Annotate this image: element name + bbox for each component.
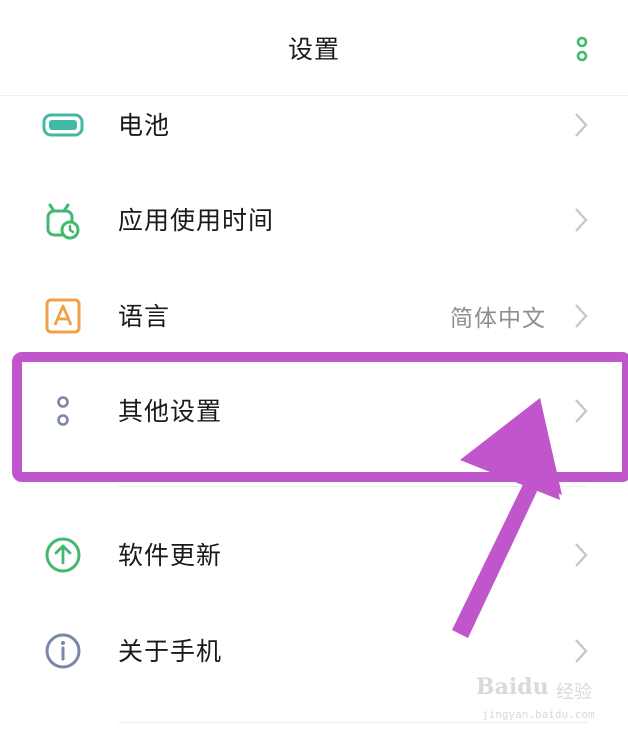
baidu-watermark: Baidu 经验 jingyan.baidu.com bbox=[476, 668, 616, 728]
watermark-brand-cn: 经验 bbox=[556, 682, 592, 703]
watermark-url: jingyan.baidu.com bbox=[482, 708, 595, 721]
annotation-arrow bbox=[452, 398, 562, 638]
watermark-brand: Baidu bbox=[476, 674, 549, 700]
